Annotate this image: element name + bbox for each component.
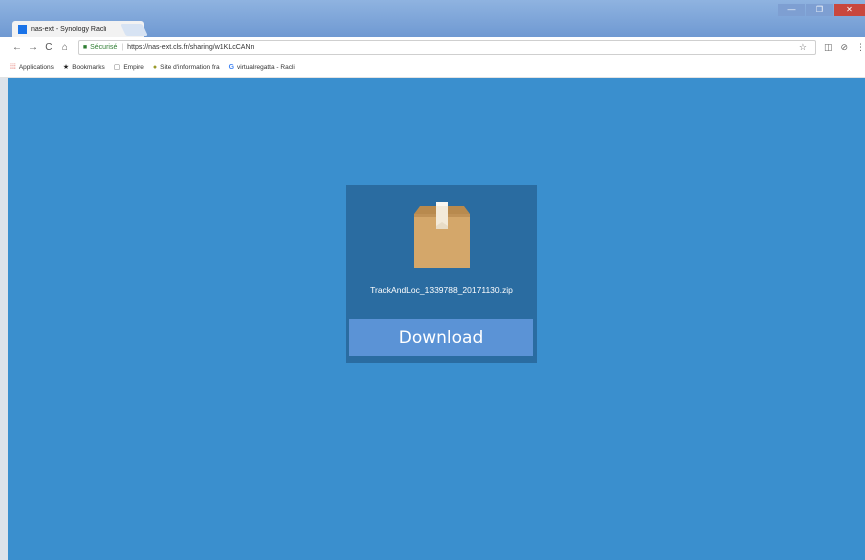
page-left-edge [0,78,8,560]
package-box-icon [414,202,470,268]
document-icon: ▢ [113,64,121,71]
extension-icon[interactable]: ⊘ [840,42,848,53]
browser-toolbar: ← → C ⌂ ■ Sécurisé | https://nas-ext.cls… [0,37,865,57]
bookmark-label: Applications [18,63,54,71]
bookmarks-bar: ⁞⁞⁞ Applications ★ Bookmarks ▢ Empire ● … [0,57,865,78]
lock-icon: ■ [82,43,88,51]
tab-title: nas-ext - Synology Racli [31,25,107,33]
bookmark-label: Site d'information fra [160,63,220,71]
bookmark-label: Empire [123,63,144,71]
reload-icon[interactable]: C [42,42,56,53]
download-card: TrackAndLoc_1339788_20171130.zip Downloa… [346,185,537,363]
bookmark-site-information[interactable]: ● Site d'information fra [153,64,220,71]
menu-icon[interactable]: ⋮ [856,42,865,53]
tab-strip: nas-ext - Synology Racli × — ❐ ✕ [0,0,865,37]
file-name: TrackAndLoc_1339788_20171130.zip [370,285,513,295]
forward-icon[interactable]: → [26,42,40,53]
maximize-button[interactable]: ❐ [806,4,833,16]
bookmark-virtualregatta[interactable]: G virtualregatta - Racli [229,64,295,71]
site-icon: ● [152,63,158,71]
bookmark-empire[interactable]: ▢ Empire [113,63,144,72]
cast-icon[interactable]: ◫ [824,42,833,53]
bookmark-bookmarks[interactable]: ★ Bookmarks [62,63,105,72]
minimize-button[interactable]: — [778,4,805,16]
star-icon: ★ [62,64,70,71]
home-icon[interactable]: ⌂ [58,42,72,53]
address-bar[interactable]: ■ Sécurisé | https://nas-ext.cls.fr/shar… [77,39,816,55]
browser-chrome: nas-ext - Synology Racli × — ❐ ✕ ← → C ⌂… [0,0,865,78]
apps-icon: ⁞⁞⁞ [10,63,16,71]
back-icon[interactable]: ← [10,42,24,53]
close-window-button[interactable]: ✕ [834,4,865,16]
bookmark-label: Bookmarks [72,63,105,71]
bookmark-star-icon[interactable]: ☆ [799,42,807,53]
google-icon: G [228,63,235,71]
url-text: https://nas-ext.cls.fr/sharing/w1KLcCANn [127,43,255,51]
bookmark-label: virtualregatta - Racli [237,63,295,71]
download-button[interactable]: Download [349,319,533,356]
address-separator: | [121,43,124,51]
synology-favicon-icon [18,24,27,34]
window-controls: — ❐ ✕ [777,4,865,16]
address-bar-icons: ☆ [799,42,815,53]
security-label: Sécurisé [90,43,118,51]
bookmark-applications[interactable]: ⁞⁞⁞ Applications [10,64,54,71]
